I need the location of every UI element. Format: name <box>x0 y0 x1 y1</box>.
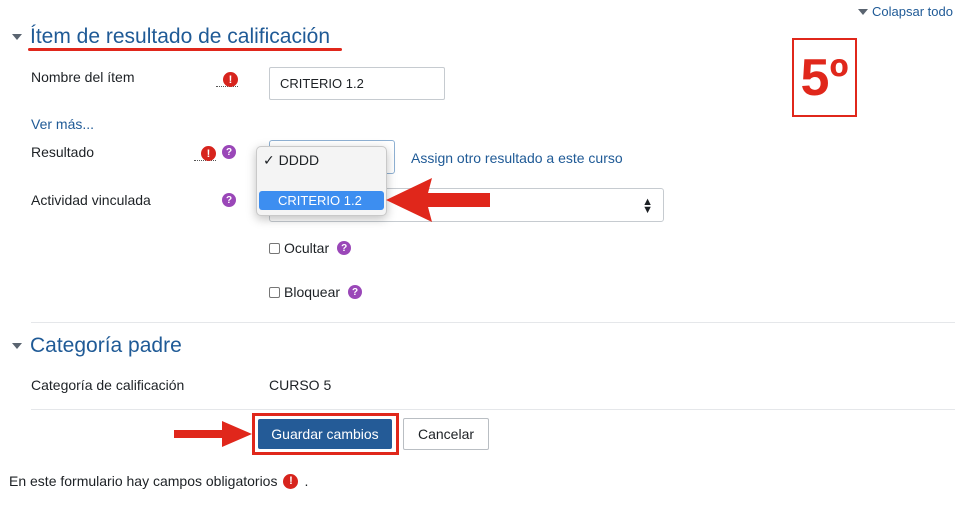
locked-label: Bloquear <box>284 284 341 300</box>
hidden-label: Ocultar <box>284 240 330 256</box>
item-name-input[interactable] <box>269 67 445 100</box>
required-fields-note: En este formulario hay campos obligatori… <box>9 473 308 489</box>
item-name-label: Nombre del ítem <box>31 69 135 85</box>
caret-down-icon <box>12 34 22 40</box>
annotation-arrow-icon <box>386 178 490 222</box>
required-note-text: En este formulario hay campos obligatori… <box>9 473 278 489</box>
step-badge: 5º <box>792 38 857 117</box>
caret-down-icon <box>858 8 869 15</box>
section-title: Ítem de resultado de calificación <box>30 25 330 48</box>
section-title: Categoría padre <box>30 334 182 357</box>
linked-activity-label: Actividad vinculada <box>31 192 151 208</box>
outcome-dropdown-menu: ✓ DDDD CRITERIO 1.2 <box>256 146 387 216</box>
grade-category-value: CURSO 5 <box>269 377 332 393</box>
required-icon: ! <box>223 72 238 87</box>
caret-down-icon <box>12 343 22 349</box>
required-icon: ! <box>283 473 299 489</box>
annotation-underline <box>28 48 342 51</box>
locked-checkbox-row[interactable]: Bloquear ? <box>269 284 363 300</box>
hidden-checkbox[interactable] <box>269 242 280 254</box>
dropdown-option[interactable]: ✓ DDDD <box>263 152 319 169</box>
help-icon[interactable]: ? <box>222 145 236 159</box>
outcome-label: Resultado <box>31 144 95 160</box>
help-icon[interactable]: ? <box>337 241 352 255</box>
locked-checkbox[interactable] <box>269 286 280 298</box>
dropdown-option-highlighted[interactable]: CRITERIO 1.2 <box>259 191 384 210</box>
grade-category-label: Categoría de calificación <box>31 377 185 393</box>
select-arrows-icon: ▲ ▼ <box>642 196 653 216</box>
required-icon: ! <box>201 146 216 161</box>
collapse-all-link[interactable]: Colapsar todo <box>858 4 953 19</box>
assign-outcome-link[interactable]: Assign otro resultado a este curso <box>411 150 623 166</box>
option-label: CRITERIO 1.2 <box>278 193 362 208</box>
cancel-button[interactable]: Cancelar <box>403 418 489 450</box>
hidden-checkbox-row[interactable]: Ocultar ? <box>269 240 352 256</box>
help-icon[interactable]: ? <box>222 193 236 207</box>
required-note-period: . <box>304 473 309 489</box>
annotation-arrow-icon <box>174 421 252 447</box>
section-toggle-grade-outcome-item[interactable]: Ítem de resultado de calificación <box>12 25 330 49</box>
show-more-link[interactable]: Ver más... <box>31 116 94 132</box>
section-toggle-parent-category[interactable]: Categoría padre <box>12 334 182 358</box>
option-label: DDDD <box>278 152 320 168</box>
collapse-all-label: Colapsar todo <box>872 4 953 19</box>
divider <box>31 322 955 323</box>
divider <box>31 409 955 410</box>
help-icon[interactable]: ? <box>348 285 363 299</box>
save-button[interactable]: Guardar cambios <box>258 419 392 449</box>
checkmark-icon: ✓ <box>263 152 275 168</box>
